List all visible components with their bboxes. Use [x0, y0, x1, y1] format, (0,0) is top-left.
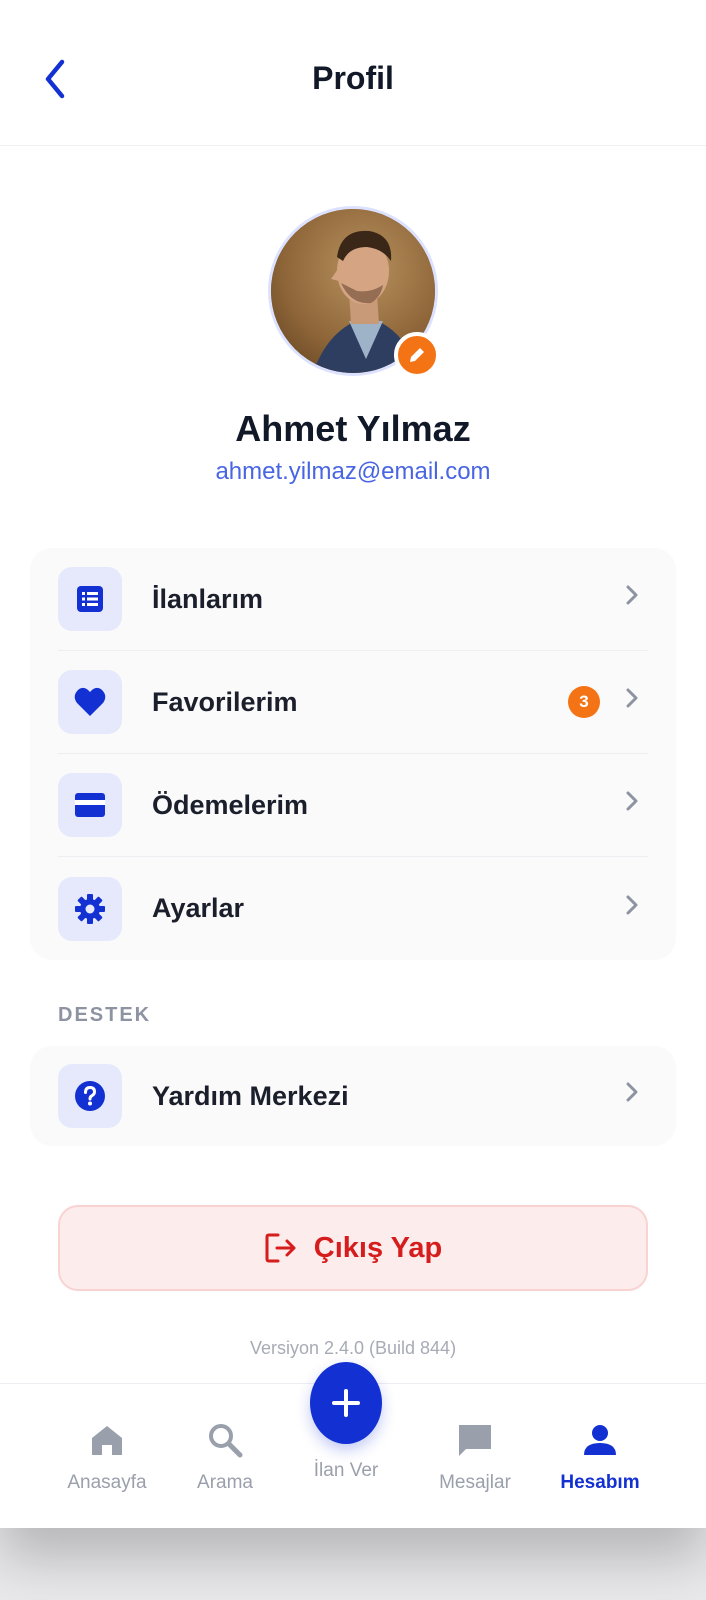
- menu-item-favorilerim[interactable]: Favorilerim 3: [58, 651, 648, 754]
- list-icon: [77, 586, 103, 612]
- account-menu: İlanlarım Favorilerim 3 Ödemelerim Ayarl…: [30, 548, 676, 960]
- version-text: Versiyon 2.4.0 (Build 844): [249, 1338, 457, 1358]
- heart-icon: [74, 687, 106, 716]
- heart-icon-box: [58, 670, 122, 734]
- menu-item-label: Ödemelerim: [152, 789, 309, 820]
- top-bar: Profil: [0, 0, 706, 146]
- chevron-right-icon: [626, 895, 638, 914]
- nav-item-account[interactable]: Hesabım: [540, 1418, 660, 1494]
- nav-label: Arama: [197, 1472, 253, 1493]
- nav-label: Hesabım: [560, 1472, 640, 1493]
- person-icon: [584, 1425, 616, 1455]
- search-icon: [209, 1424, 243, 1458]
- chevron-right-icon: [626, 1082, 638, 1102]
- menu-item-ilanlarim[interactable]: İlanlarım: [58, 548, 648, 651]
- logout-button[interactable]: Çıkış Yap: [58, 1205, 648, 1291]
- logout-label: Çıkış Yap: [313, 1231, 443, 1264]
- chevron-right-icon: [626, 585, 638, 605]
- chevron-right-icon: [626, 791, 638, 811]
- menu-item-yardim-merkezi[interactable]: Yardım Merkezi: [58, 1046, 648, 1146]
- nav-label: Mesajlar: [439, 1472, 511, 1493]
- gear-icon: [75, 893, 105, 924]
- logout-icon: [265, 1233, 296, 1263]
- favorites-count-badge: 3: [568, 686, 600, 718]
- credit-card-icon-box: [58, 773, 122, 837]
- nav-item-home[interactable]: Anasayfa: [47, 1418, 167, 1494]
- menu-item-label: İlanlarım: [152, 583, 264, 614]
- help-icon-box: [58, 1064, 122, 1128]
- message-icon: [459, 1425, 491, 1456]
- menu-item-label: Favorilerim: [152, 686, 298, 717]
- help-circle-icon: [75, 1081, 105, 1111]
- section-label-support: DESTEK: [58, 1004, 152, 1026]
- plus-icon: [332, 1389, 360, 1417]
- nav-label: Anasayfa: [67, 1472, 147, 1493]
- profile-screen: Profil Ahmet Yılmaz ahmet.yilmaz@email.c…: [0, 0, 706, 1528]
- profile-name: Ahmet Yılmaz: [235, 408, 471, 449]
- support-menu: Yardım Merkezi: [30, 1046, 676, 1146]
- nav-label-post-ad: İlan Ver: [313, 1460, 379, 1481]
- page-title: Profil: [312, 60, 394, 96]
- chevron-right-icon: [626, 688, 638, 708]
- nav-item-messages[interactable]: Mesajlar: [415, 1418, 535, 1494]
- menu-item-label: Ayarlar: [152, 893, 245, 923]
- credit-card-icon: [75, 793, 105, 817]
- home-icon: [92, 1426, 122, 1455]
- edit-avatar-button[interactable]: [394, 332, 440, 378]
- profile-email: ahmet.yilmaz@email.com: [215, 458, 491, 485]
- gear-icon-box: [58, 876, 122, 941]
- post-ad-button[interactable]: [310, 1362, 382, 1444]
- menu-item-label: Yardım Merkezi: [152, 1080, 349, 1111]
- pencil-icon: [410, 348, 424, 362]
- menu-item-ayarlar[interactable]: Ayarlar: [58, 857, 648, 960]
- nav-item-search[interactable]: Arama: [165, 1418, 285, 1494]
- list-icon-box: [58, 567, 122, 631]
- menu-item-odemelerim[interactable]: Ödemelerim: [58, 754, 648, 857]
